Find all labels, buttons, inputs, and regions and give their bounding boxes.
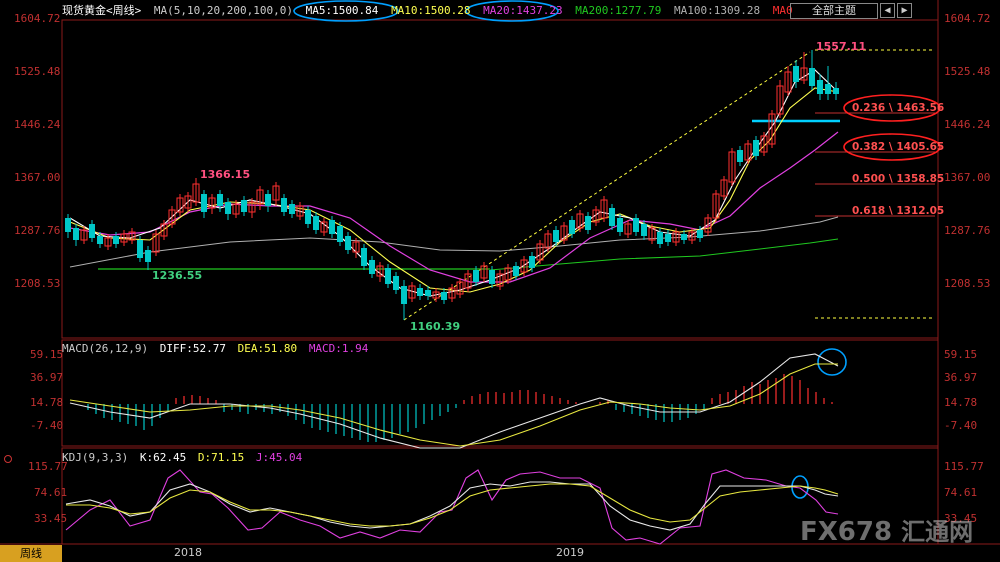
fib-382-label: 0.382 \ 1405.65 [852, 141, 945, 153]
nav-right-button[interactable]: ▶ [897, 3, 912, 18]
macd-value: MACD:1.94 [308, 342, 369, 355]
price-tick: 1287.76 [14, 224, 61, 237]
ma200-value: MA200:1277.79 [575, 4, 662, 17]
period-button[interactable]: 周线 [0, 545, 62, 562]
macd-tick: 59.15 [944, 348, 978, 361]
fib-618-label: 0.618 \ 1312.05 [852, 205, 945, 217]
ma10-value: MA10:1500.28 [391, 4, 471, 17]
kdj-d-line [66, 483, 839, 527]
price-tick: 1208.53 [944, 277, 991, 290]
kdj-spec: KDJ(9,3,3) [62, 451, 129, 464]
macd-diff-line [69, 353, 839, 449]
nav-left-button[interactable]: ◀ [880, 3, 895, 18]
fib-level-lines [815, 112, 935, 217]
watermark-cn: 汇通网 [901, 518, 974, 546]
macd-tick: 36.97 [944, 371, 978, 384]
kdj-tick: 33.45 [34, 512, 68, 525]
macd-header: MACD(26,12,9) DIFF:52.77 DEA:51.80 MACD:… [62, 342, 373, 355]
macd-tick: -7.40 [30, 419, 64, 432]
ma10-line [69, 87, 839, 293]
price-tick: 1446.24 [14, 118, 61, 131]
macd-spec: MACD(26,12,9) [62, 342, 149, 355]
ma100-value: MA100:1309.28 [674, 4, 761, 17]
low-2018-label-a: 1236.55 [152, 269, 203, 282]
x-label-2019: 2019 [556, 546, 584, 559]
macd-tick: 59.15 [30, 348, 64, 361]
period-tag: <周线> [106, 4, 142, 17]
chart-canvas[interactable] [0, 0, 1000, 562]
price-tick: 1367.00 [14, 171, 61, 184]
symbol-name: 现货黄金 [62, 4, 106, 17]
macd-tick: 36.97 [30, 371, 64, 384]
kdj-tick: 115.77 [28, 460, 68, 473]
kdj-d-value: D:71.15 [197, 451, 245, 464]
price-tick: 1525.48 [14, 65, 61, 78]
kdj-j-value: J:45.04 [255, 451, 303, 464]
highlight-ellipses [293, 0, 847, 499]
high-2018-label: 1366.15 [200, 168, 251, 181]
price-tick: 1287.76 [944, 224, 991, 237]
fib-236-label: 0.236 \ 1463.56 [852, 102, 945, 114]
macd-diff-value: DIFF:52.77 [159, 342, 226, 355]
price-tick: 1208.53 [14, 277, 61, 290]
ma5-value: MA5:1500.84 [305, 4, 379, 17]
price-header: 现货黄金<周线> MA(5,10,20,200,100,0) MA5:1500.… [62, 2, 799, 18]
watermark-brand: FX678 [800, 517, 893, 547]
price-tick: 1367.00 [944, 171, 991, 184]
kdj-k-line [65, 481, 839, 531]
watermark: FX678 汇通网 [800, 512, 973, 547]
kdj-indicator-dot[interactable] [4, 455, 12, 463]
kdj-header: KDJ(9,3,3) K:62.45 D:71.15 J:45.04 [62, 451, 307, 464]
theme-select-button[interactable]: 全部主题 [790, 3, 878, 19]
ma-spec: MA(5,10,20,200,100,0) [153, 4, 293, 17]
ma20-value: MA20:1437.23 [483, 4, 563, 17]
macd-tick: 14.78 [30, 396, 64, 409]
ma5-line [69, 69, 839, 297]
kdj-tick: 74.61 [944, 486, 978, 499]
fib-500-label: 0.500 \ 1358.85 [852, 173, 945, 185]
ma100-line [69, 216, 839, 268]
price-tick: 1604.72 [944, 12, 991, 25]
price-tick: 1525.48 [944, 65, 991, 78]
kdj-tick: 74.61 [34, 486, 68, 499]
price-tick: 1446.24 [944, 118, 991, 131]
low-2018-label-b: 1160.39 [410, 320, 461, 333]
macd-dea-line [69, 363, 838, 447]
x-label-2018: 2018 [174, 546, 202, 559]
high-2019-label: 1557.11 [816, 40, 867, 53]
kdj-tick: 115.77 [944, 460, 984, 473]
macd-tick: -7.40 [944, 419, 978, 432]
macd-dea-value: DEA:51.80 [237, 342, 298, 355]
price-tick: 1604.72 [14, 12, 61, 25]
macd-tick: 14.78 [944, 396, 978, 409]
kdj-j-line [65, 469, 839, 545]
macd-histogram[interactable] [87, 374, 833, 442]
kdj-k-value: K:62.45 [139, 451, 187, 464]
